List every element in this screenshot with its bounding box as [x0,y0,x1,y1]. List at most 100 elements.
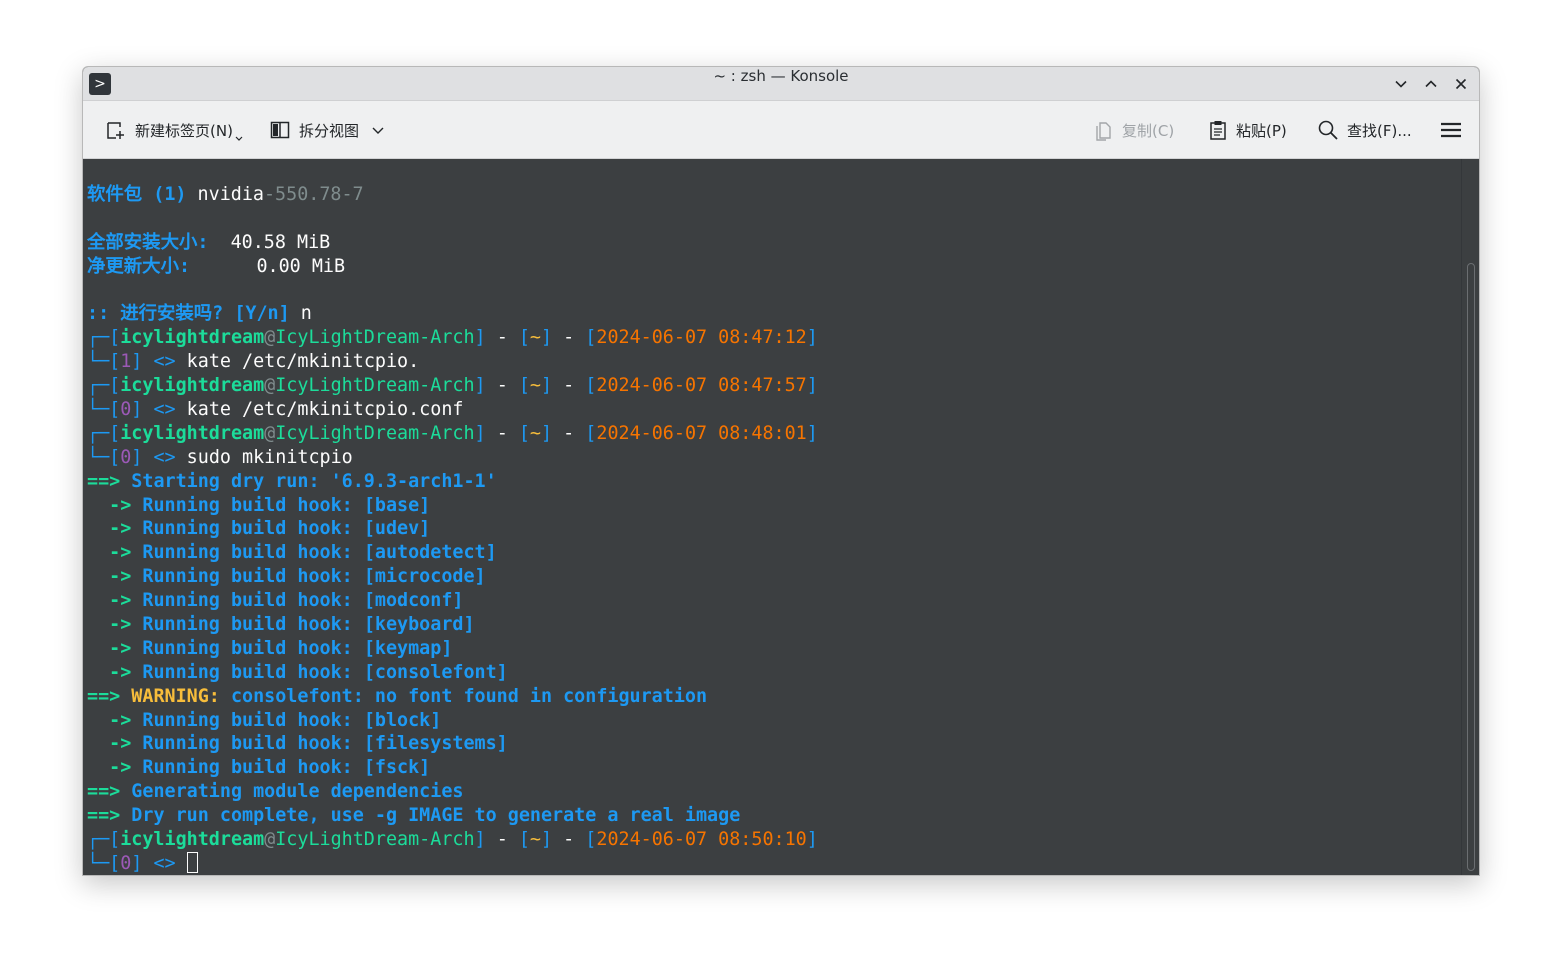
maximize-icon[interactable] [1421,74,1441,94]
output-text: Running build hook: [filesystems] [142,733,508,755]
output-text: Running build hook: [autodetect] [142,542,497,564]
output-text: Running build hook: [modconf] [142,590,464,612]
prompt-command-line: └─[0] <> kate /etc/mkinitcpio.conf [87,399,464,421]
output-text: Generating module dependencies [131,781,464,803]
prompt-user: icylightdream [120,375,265,397]
output-line: -> Running build hook: [keymap] [87,637,1463,661]
exit-code: 1 [120,351,132,373]
window-controls [1391,67,1471,101]
prompt-time: 2024-06-07 08:47:57 [596,375,807,397]
prompt-dir: ~ [529,422,541,444]
output-line: -> Running build hook: [modconf] [87,589,1463,613]
paste-label: 粘贴(P) [1236,121,1287,140]
prompt-host: IcyLightDream-Arch [275,375,475,397]
exit-code: 0 [120,446,132,468]
close-icon[interactable] [1451,74,1471,94]
scrollbar-thumb[interactable] [1467,263,1475,871]
hamburger-menu-icon [1441,122,1461,138]
new-tab-icon [107,122,124,139]
output-prefix: -> [87,614,143,636]
output-prefix: -> [87,757,143,779]
title-bar[interactable]: > ~ : zsh — Konsole [83,67,1479,101]
output-prefix: ==> [87,781,132,803]
output-prefix: -> [87,733,143,755]
output-prefix: -> [87,566,143,588]
output-line: ==> Starting dry run: '6.9.3-arch1-1' [87,470,1463,494]
new-tab-button[interactable]: 新建标签页(N) [105,101,243,159]
output-line: -> Running build hook: [base] [87,494,1463,518]
prompt-command-line: └─[1] <> kate /etc/mkinitcpio. [87,351,420,373]
output-line: -> Running build hook: [autodetect] [87,541,1463,565]
output-text: Running build hook: [base] [142,494,431,516]
output-line: ==> WARNING: consolefont: no font found … [87,685,1463,709]
output-prefix: ==> [87,805,132,827]
paste-button[interactable]: 粘贴(P) [1208,101,1287,159]
copy-icon [1096,122,1111,141]
output-line: -> Running build hook: [consolefont] [87,661,1463,685]
output-prefix: -> [87,709,143,731]
prompt-at: @ [264,327,276,349]
output-line: ==> Dry run complete, use -g IMAGE to ge… [87,804,1463,828]
chevron-down-icon [372,127,384,134]
prompt-dir: ~ [529,327,541,349]
copy-button[interactable]: 复制(C) [1094,101,1174,159]
output-prefix: -> [87,542,143,564]
net-size-line: 净更新大小: 0.00 MiB [87,255,346,277]
output-text: Running build hook: [keymap] [142,637,453,659]
output-text: consolefont: no font found in configurat… [219,685,708,707]
output-prefix: -> [87,590,143,612]
final-prompt-line2: └─[0] <> [87,851,1463,875]
output-text: Running build hook: [udev] [142,518,431,540]
new-tab-label: 新建标签页(N) [135,121,233,140]
output-text: Running build hook: [block] [142,709,442,731]
command-text: kate /etc/mkinitcpio.conf [186,399,464,421]
command-text: sudo mkinitcpio [186,446,353,468]
window-title: ~ : zsh — Konsole [713,67,849,85]
package-line: 软件包 (1) nvidia-550.78-7 [87,184,364,205]
prompt-user: icylightdream [120,327,265,349]
output-prefix: ==> [87,685,132,707]
output-line: -> Running build hook: [fsck] [87,756,1463,780]
prompt-at: @ [264,422,276,444]
prompt-command-line: └─[0] <> sudo mkinitcpio [87,446,353,468]
output-text: Running build hook: [keyboard] [142,614,475,636]
split-view-label: 拆分视图 [299,121,360,140]
minimize-icon[interactable] [1391,74,1411,94]
find-button[interactable]: 查找(F)... [1317,101,1412,159]
output-line: -> Running build hook: [microcode] [87,565,1463,589]
output-line: -> Running build hook: [udev] [87,517,1463,541]
output-prefix: -> [87,518,143,540]
prompt-header: ┌─[icylightdream@IcyLightDream-Arch] - [… [87,422,818,444]
warning-label: WARNING: [131,685,220,707]
prompt-header: ┌─[icylightdream@IcyLightDream-Arch] - [… [87,375,818,397]
toolbar: 新建标签页(N) 拆分视图 复制(C) 粘贴(P) 查找(F)... [83,101,1479,159]
install-size-line: 全部安装大小: 40.58 MiB [87,231,331,253]
output-text: Running build hook: [consolefont] [142,661,508,683]
prompt-user: icylightdream [120,422,265,444]
output-prefix: -> [87,637,143,659]
terminal-output[interactable]: 软件包 (1) nvidia-550.78-7 全部安装大小: 40.58 Mi… [83,159,1463,875]
search-icon [1318,120,1338,140]
paste-icon [1210,121,1226,140]
output-text: Running build hook: [microcode] [142,566,486,588]
exit-code: 0 [120,399,132,421]
output-line: ==> Generating module dependencies [87,780,1463,804]
prompt-at: @ [264,375,276,397]
find-label: 查找(F)... [1347,121,1412,140]
prompt-host: IcyLightDream-Arch [275,422,475,444]
output-text: Running build hook: [fsck] [142,757,431,779]
scrollbar[interactable] [1461,159,1479,875]
konsole-window: > ~ : zsh — Konsole 新建标签页(N) 拆分视图 复制(C) … [82,66,1480,876]
final-prompt-line1: ┌─[icylightdream@IcyLightDream-Arch] - [… [87,829,818,851]
prompt-header: ┌─[icylightdream@IcyLightDream-Arch] - [… [87,327,818,349]
output-text: Dry run complete, use -g IMAGE to genera… [131,805,741,827]
output-line: -> Running build hook: [filesystems] [87,732,1463,756]
output-prefix: ==> [87,470,132,492]
copy-label: 复制(C) [1122,121,1175,140]
prompt-time: 2024-06-07 08:48:01 [596,422,807,444]
hamburger-menu-button[interactable] [1439,101,1463,159]
split-view-button[interactable]: 拆分视图 [269,101,385,159]
confirm-line: :: 进行安装吗? [Y/n] n [87,303,312,325]
output-prefix: -> [87,494,143,516]
output-line: -> Running build hook: [keyboard] [87,613,1463,637]
